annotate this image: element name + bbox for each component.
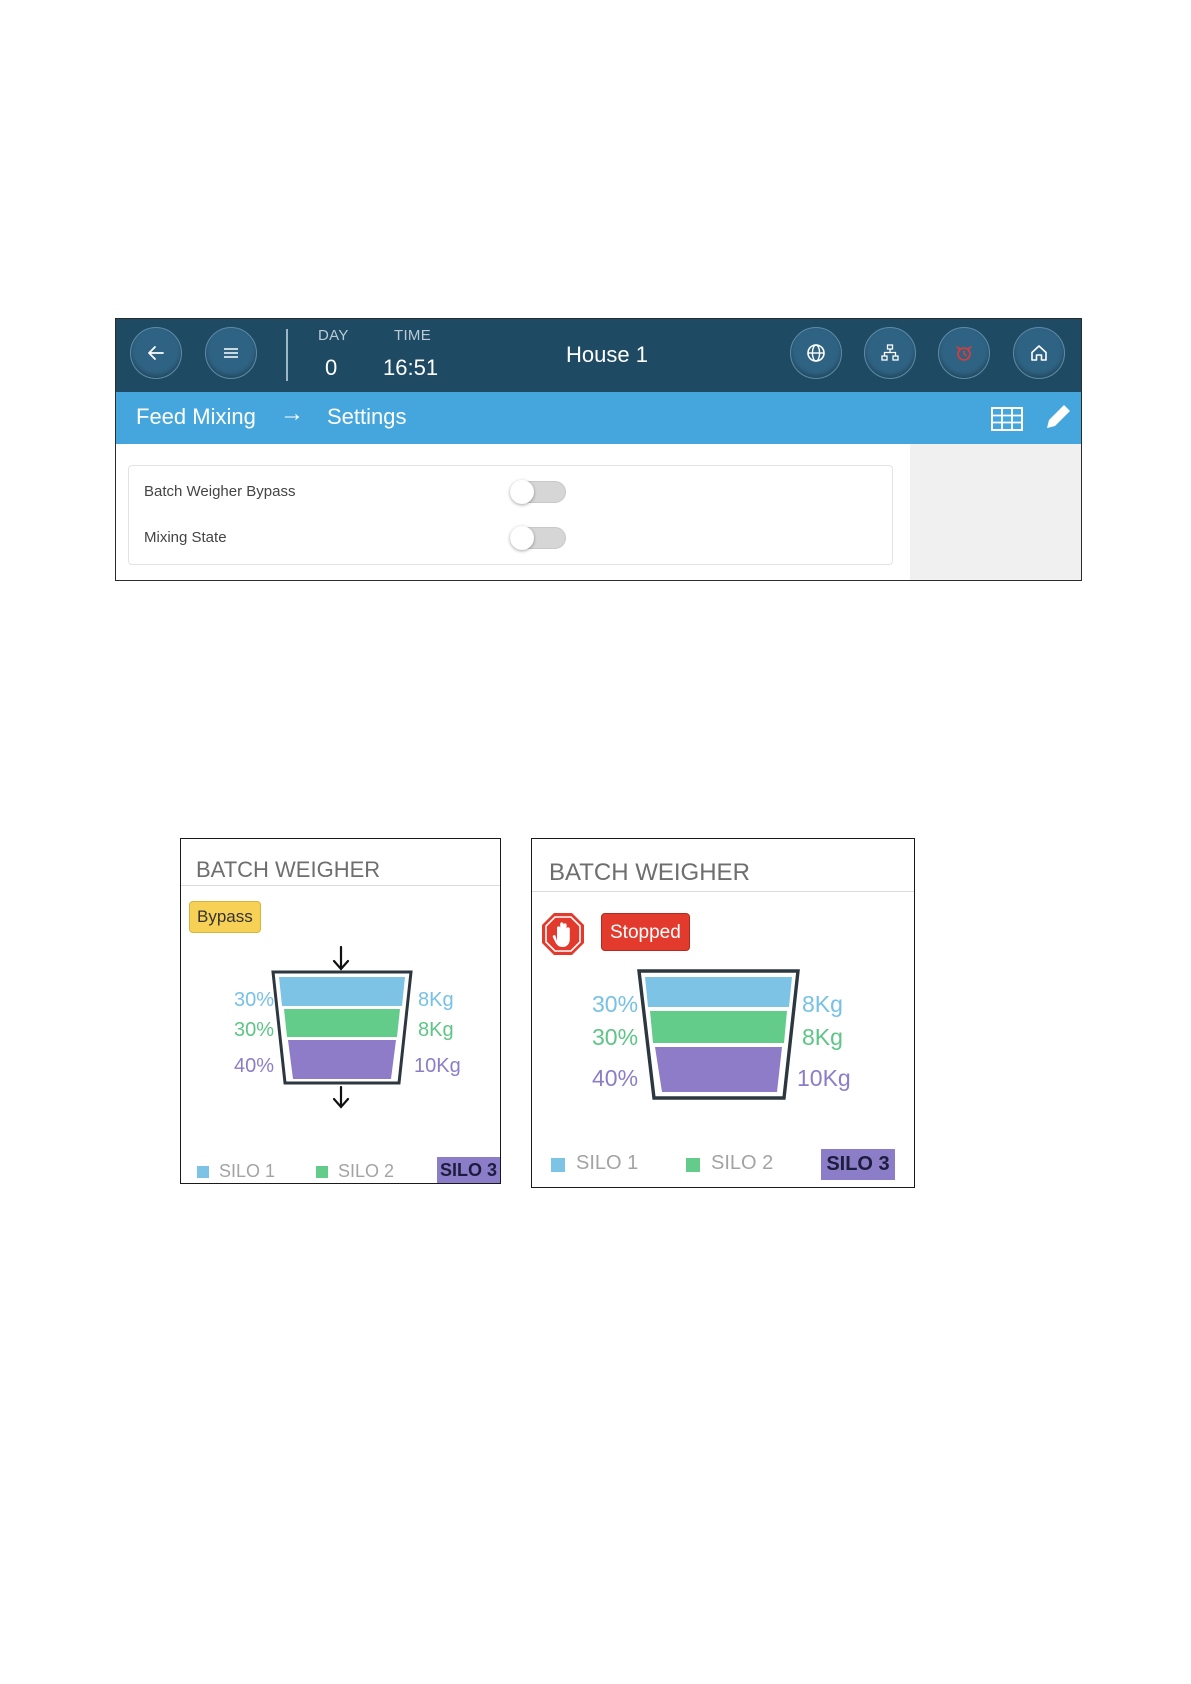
breadcrumb-page: Settings [327,404,407,429]
hopper-layer-silo3 [288,1040,396,1079]
batch-weigher-panel-stopped: BATCH WEIGHER Stopped 30% 30% 40% 8Kg 8K… [531,838,915,1188]
silo2-legend-label: SILO 2 [338,1161,395,1181]
house-title: House 1 [566,342,648,367]
silo3-percent: 40% [592,1065,639,1091]
day-value: 0 [325,355,338,380]
controller-screen: DAY 0 TIME 16:51 House 1 Feed Mixing → S… [115,318,1082,581]
silo2-weight: 8Kg [418,1019,454,1041]
inlet-arrow-icon [332,945,350,971]
outlet-arrow-icon [332,1085,350,1109]
table-icon[interactable] [991,407,1023,431]
silo2-legend-swatch [686,1158,700,1172]
silo1-percent: 30% [592,991,639,1017]
silo2-legend-label: SILO 2 [711,1152,774,1174]
setting-label-mixing-state: Mixing State [144,529,227,546]
alarm-button[interactable] [938,327,990,379]
silo3-weight: 10Kg [414,1055,461,1077]
silo2-percent: 30% [234,1019,275,1041]
silo1-legend-swatch [197,1166,209,1178]
hopper-layer-silo1 [645,977,792,1007]
silo1-legend-label: SILO 1 [576,1152,639,1174]
silo2-legend-swatch [316,1166,328,1178]
edit-pencil-icon[interactable] [1043,400,1075,432]
silo1-weight: 8Kg [418,989,454,1011]
silo3-legend-active: SILO 3 [437,1157,500,1183]
hopper-layer-silo3 [655,1047,782,1092]
mixing-state-toggle[interactable] [510,526,566,550]
hopper-layer-silo2 [650,1011,787,1043]
toggle-knob [510,480,534,504]
hopper-layer-silo2 [284,1009,400,1037]
hopper-graphic [637,969,800,1100]
hopper-layer-silo1 [279,977,405,1006]
network-icon [881,344,899,361]
silo2-percent: 30% [592,1024,639,1050]
batch-weigher-panel-bypass: BATCH WEIGHER Bypass 30% 30% 40% 8Kg 8Kg… [180,838,501,1184]
silo1-legend-label: SILO 1 [219,1161,276,1181]
arrow-right-icon: → [280,400,304,427]
globe-button[interactable] [790,327,842,379]
silo1-percent: 30% [234,989,275,1011]
day-label: DAY [318,327,349,344]
silo3-legend-active: SILO 3 [821,1149,895,1180]
header-divider [286,329,288,381]
silo3-weight: 10Kg [797,1065,851,1091]
home-icon [1031,345,1047,361]
settings-card: Batch Weigher Bypass Mixing State [128,465,893,565]
back-arrow-icon [148,346,164,360]
toggle-knob [510,526,534,550]
batch-weigher-bypass-toggle[interactable] [510,480,566,504]
breadcrumb-section[interactable]: Feed Mixing [136,404,256,430]
setting-label-batch-weigher-bypass: Batch Weigher Bypass [144,483,296,500]
silo1-legend-swatch [551,1158,565,1172]
top-bar: DAY 0 TIME 16:51 House 1 [116,319,1081,392]
network-button[interactable] [864,327,916,379]
silo2-weight: 8Kg [802,1024,843,1050]
time-label: TIME [394,327,432,344]
alarm-icon [956,346,972,361]
globe-icon [807,344,825,362]
back-button[interactable] [130,327,182,379]
home-button[interactable] [1013,327,1065,379]
time-value: 16:51 [383,355,439,380]
silo3-percent: 40% [234,1055,275,1077]
silo1-weight: 8Kg [802,991,843,1017]
menu-button[interactable] [205,327,257,379]
breadcrumb-bar: Feed Mixing → Settings [116,392,1081,444]
side-panel [910,444,1081,580]
menu-icon [224,348,238,358]
